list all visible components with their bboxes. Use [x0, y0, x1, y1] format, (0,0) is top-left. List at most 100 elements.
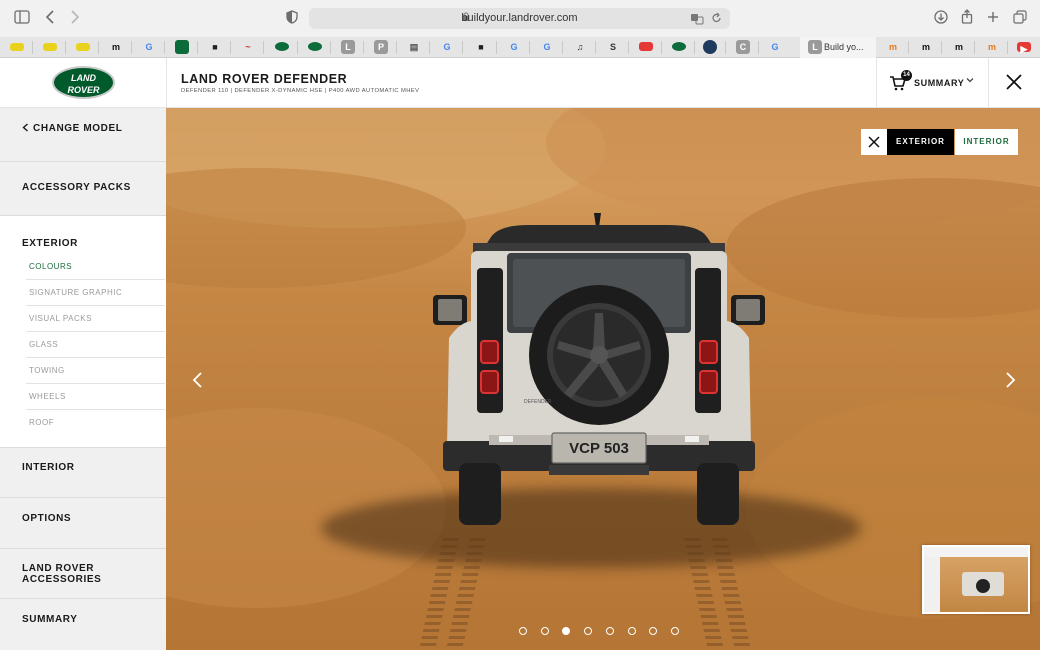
sub-item-label: VISUAL PACKS [29, 314, 92, 323]
site-header: LAND ROVER LAND ROVER DEFENDER DEFENDER … [0, 58, 1040, 108]
address-bar[interactable]: buildyour.landrover.com [309, 8, 730, 29]
letter-p-icon[interactable]: P [374, 40, 388, 54]
landrover-icon[interactable] [308, 42, 322, 51]
game-icon[interactable]: ■ [474, 40, 488, 54]
sub-item-label: TOWING [29, 366, 65, 375]
sub-item-roof[interactable]: ROOF [26, 410, 165, 436]
sidebar-item-label: EXTERIOR [22, 238, 78, 249]
bookmark-icon[interactable]: m [886, 40, 900, 54]
logo-text-line1: LAND [71, 73, 96, 83]
chevron-left-icon[interactable] [45, 10, 55, 27]
sub-item-label: COLOURS [29, 262, 73, 271]
letter-l-icon[interactable]: L [341, 40, 355, 54]
browser-toolbar: buildyour.landrover.com [0, 0, 1040, 37]
sidebar-item-label: INTERIOR [22, 462, 75, 473]
chevron-down-icon [966, 76, 974, 86]
carousel-dot[interactable] [627, 627, 636, 635]
translate-icon[interactable] [690, 12, 704, 30]
cart-count-badge: 14 [901, 70, 912, 81]
vehicle-image: DEFENDER VCP 503 [433, 213, 765, 525]
carousel-dot[interactable] [649, 627, 658, 635]
close-icon[interactable] [861, 129, 887, 155]
carousel-dot[interactable] [519, 627, 527, 635]
sub-item-towing[interactable]: TOWING [26, 358, 165, 384]
sidebar-item-label: LAND ROVER [22, 563, 95, 574]
chevron-left-icon[interactable] [188, 370, 208, 390]
sidebar-item-label: ACCESSORIES [22, 574, 102, 585]
sub-item-label: ROOF [29, 418, 55, 427]
carousel-dot[interactable] [540, 627, 549, 635]
google-icon[interactable]: G [142, 40, 156, 54]
bookmark-icon[interactable] [10, 43, 24, 51]
landrover-icon[interactable] [672, 42, 686, 51]
sub-item-label: WHEELS [29, 392, 66, 401]
active-tab-title: Build yo... [824, 42, 864, 52]
shield-icon[interactable] [286, 10, 298, 27]
google-icon[interactable]: G [768, 40, 782, 54]
google-icon[interactable]: G [440, 40, 454, 54]
landrover-logo[interactable]: LAND ROVER [52, 66, 115, 99]
carousel-dot[interactable] [670, 627, 679, 635]
reload-icon[interactable] [711, 11, 722, 29]
sidebar-icon[interactable] [14, 10, 30, 27]
game-icon[interactable]: ■ [208, 40, 222, 54]
bookmark-icon[interactable]: m [985, 40, 999, 54]
sub-item-wheels[interactable]: WHEELS [26, 384, 165, 410]
bookmark-icon[interactable]: m [919, 40, 933, 54]
sidebar-item-interior[interactable]: INTERIOR [0, 448, 166, 498]
sidebar-item-options[interactable]: OPTIONS [0, 498, 166, 549]
landrover-icon[interactable] [275, 42, 289, 51]
letter-l-icon: L [808, 40, 822, 54]
carousel-dot[interactable] [562, 627, 571, 635]
chevron-right-icon[interactable] [1000, 370, 1020, 390]
plus-icon[interactable] [987, 10, 999, 26]
bookmark-icon[interactable]: S [606, 40, 620, 54]
close-icon[interactable] [1004, 72, 1024, 92]
page-thumbnail[interactable] [922, 545, 1030, 614]
carousel-dot[interactable] [605, 627, 614, 635]
summary-button[interactable]: 14 SUMMARY [876, 58, 989, 108]
google-icon[interactable]: G [540, 40, 554, 54]
carousel-dots [519, 627, 689, 637]
active-tab[interactable]: L Build yo... [800, 37, 876, 58]
sub-item-signature-graphic[interactable]: SIGNATURE GRAPHIC [26, 280, 165, 306]
sidebar-item-exterior[interactable]: EXTERIOR COLOURS SIGNATURE GRAPHIC VISUA… [0, 216, 166, 448]
bookmark-icon[interactable]: ♫ [573, 40, 587, 54]
bookmark-icon[interactable] [639, 42, 653, 51]
sidebar-item-accessory-packs[interactable]: ACCESSORY PACKS [0, 162, 166, 216]
bookmark-icon[interactable] [703, 40, 717, 54]
vehicle-viewer[interactable]: DEFENDER VCP 503 EXTERIOR INTERIOR [166, 108, 1040, 650]
defender-badge: DEFENDER [524, 399, 552, 405]
exterior-view-button[interactable]: EXTERIOR [887, 129, 954, 155]
bookmark-icon[interactable] [43, 43, 57, 51]
sub-item-glass[interactable]: GLASS [26, 332, 165, 358]
change-model-link[interactable]: CHANGE MODEL [0, 108, 166, 162]
bookmark-icon[interactable] [76, 43, 90, 51]
sub-item-label: SIGNATURE GRAPHIC [29, 288, 123, 297]
bookmark-icon[interactable] [175, 40, 189, 54]
url-text: buildyour.landrover.com [461, 12, 578, 24]
carousel-dot[interactable] [584, 627, 593, 635]
google-icon[interactable]: G [507, 40, 521, 54]
sidebar-item-label: SUMMARY [22, 614, 78, 625]
bookmark-icon[interactable]: m [109, 40, 123, 54]
letter-c-icon[interactable]: C [736, 40, 750, 54]
bookmark-icon[interactable]: m [952, 40, 966, 54]
tabs-icon[interactable] [1013, 10, 1027, 27]
sidebar-item-label: OPTIONS [22, 513, 72, 524]
sub-item-colours[interactable]: COLOURS [26, 254, 165, 280]
chevron-right-icon[interactable] [70, 10, 80, 27]
config-sidebar: CHANGE MODEL ACCESSORY PACKS EXTERIOR CO… [0, 108, 166, 650]
sidebar-item-accessories[interactable]: LAND ROVER ACCESSORIES [0, 549, 166, 599]
license-plate: VCP 503 [569, 440, 629, 457]
youtube-icon[interactable]: ▶ [1017, 42, 1031, 54]
page-title: LAND ROVER DEFENDER [181, 72, 348, 86]
interior-view-button[interactable]: INTERIOR [955, 129, 1018, 155]
sidebar-item-summary[interactable]: SUMMARY [0, 599, 166, 650]
document-icon[interactable]: ▤ [407, 40, 421, 54]
download-icon[interactable] [934, 10, 948, 27]
bookmark-icon[interactable]: ~ [241, 40, 255, 54]
chevron-left-icon [22, 123, 29, 135]
sub-item-visual-packs[interactable]: VISUAL PACKS [26, 306, 165, 332]
share-icon[interactable] [961, 9, 973, 27]
